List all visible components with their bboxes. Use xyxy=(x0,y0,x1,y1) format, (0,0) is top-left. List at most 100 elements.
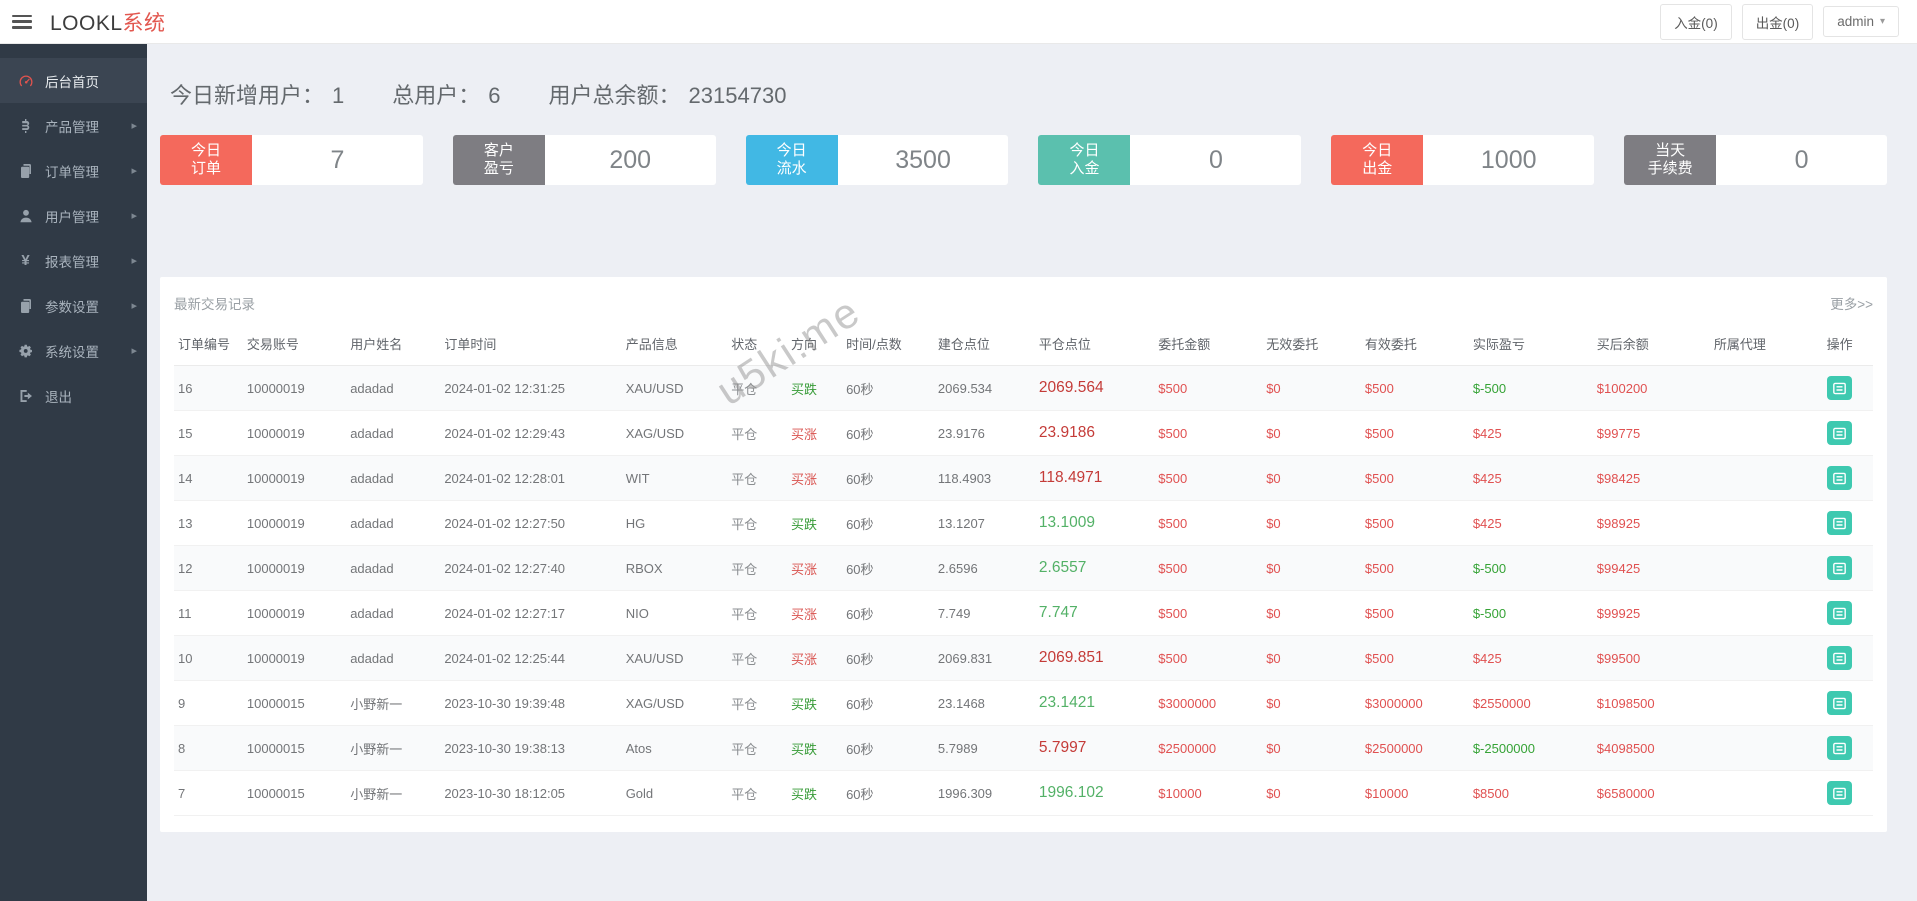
user-menu-button[interactable]: admin ▾ xyxy=(1823,6,1899,37)
summary-item: 总用户：6 xyxy=(392,78,500,110)
cell-duration: 60秒 xyxy=(842,546,934,591)
order-detail-button[interactable] xyxy=(1827,511,1852,535)
cell-username: adadad xyxy=(346,366,440,411)
cell-duration: 60秒 xyxy=(842,501,934,546)
cell-balance: $98925 xyxy=(1593,501,1710,546)
order-detail-button[interactable] xyxy=(1827,601,1852,625)
orders-icon xyxy=(18,163,34,179)
cell-close-price: 5.7997 xyxy=(1035,726,1154,771)
summary-value: 23154730 xyxy=(689,83,787,108)
cell-valid-amount: $500 xyxy=(1361,411,1469,456)
order-detail-button[interactable] xyxy=(1827,691,1852,715)
cell-order-time: 2023-10-30 18:12:05 xyxy=(440,771,621,816)
cell-profit: $8500 xyxy=(1469,771,1593,816)
column-header: 建仓点位 xyxy=(934,324,1035,366)
cell-username: adadad xyxy=(346,591,440,636)
cell-status: 平仓 xyxy=(727,681,787,726)
cell-product: WIT xyxy=(622,456,728,501)
cell-order-time: 2024-01-02 12:25:44 xyxy=(440,636,621,681)
cell-balance: $6580000 xyxy=(1593,771,1710,816)
cell-order-time: 2024-01-02 12:31:25 xyxy=(440,366,621,411)
chevron-right-icon: ▸ xyxy=(131,254,137,267)
cell-product: NIO xyxy=(622,591,728,636)
deposit-button[interactable]: 入金(0) xyxy=(1660,4,1732,40)
cell-agent xyxy=(1710,591,1806,636)
dashboard-icon xyxy=(18,73,34,89)
table-row: 13 10000019 adadad 2024-01-02 12:27:50 H… xyxy=(174,501,1873,546)
more-link[interactable]: 更多>> xyxy=(1830,293,1873,313)
panel-title: 最新交易记录 xyxy=(174,293,255,313)
order-detail-button[interactable] xyxy=(1827,556,1852,580)
cell-profit: $425 xyxy=(1469,411,1593,456)
cell-order-time: 2024-01-02 12:27:40 xyxy=(440,546,621,591)
sidebar-item-user[interactable]: 用户管理 ▸ xyxy=(0,193,147,238)
cell-valid-amount: $2500000 xyxy=(1361,726,1469,771)
sidebar-item-gear[interactable]: 系统设置 ▸ xyxy=(0,328,147,373)
cell-invalid-amount: $0 xyxy=(1262,636,1361,681)
sidebar-item-bitcoin[interactable]: 产品管理 ▸ xyxy=(0,103,147,148)
cell-profit: $425 xyxy=(1469,456,1593,501)
table-row: 14 10000019 adadad 2024-01-02 12:28:01 W… xyxy=(174,456,1873,501)
column-header: 有效委托 xyxy=(1361,324,1469,366)
cell-direction: 买涨 xyxy=(787,546,842,591)
cell-order-amount: $500 xyxy=(1154,636,1262,681)
chevron-down-icon: ▾ xyxy=(1880,16,1885,27)
order-detail-button[interactable] xyxy=(1827,646,1852,670)
order-detail-button[interactable] xyxy=(1827,376,1852,400)
menu-toggle-icon[interactable] xyxy=(12,15,32,29)
cell-direction: 买涨 xyxy=(787,636,842,681)
sidebar-item-yen[interactable]: ¥ 报表管理 ▸ xyxy=(0,238,147,283)
column-header: 无效委托 xyxy=(1262,324,1361,366)
cell-agent xyxy=(1710,771,1806,816)
table-row: 10 10000019 adadad 2024-01-02 12:25:44 X… xyxy=(174,636,1873,681)
cell-agent xyxy=(1710,411,1806,456)
order-detail-button[interactable] xyxy=(1827,466,1852,490)
cell-balance: $1098500 xyxy=(1593,681,1710,726)
order-detail-button[interactable] xyxy=(1827,736,1852,760)
cell-valid-amount: $500 xyxy=(1361,366,1469,411)
sidebar-item-orders[interactable]: 订单管理 ▸ xyxy=(0,148,147,193)
cell-direction: 买涨 xyxy=(787,456,842,501)
cell-open-price: 7.749 xyxy=(934,591,1035,636)
bitcoin-icon xyxy=(18,118,34,134)
logout-icon xyxy=(18,388,34,404)
cell-open-price: 2069.831 xyxy=(934,636,1035,681)
params-icon xyxy=(18,298,34,314)
cell-order-id: 16 xyxy=(174,366,243,411)
cell-order-id: 13 xyxy=(174,501,243,546)
cell-profit: $-2500000 xyxy=(1469,726,1593,771)
stat-card-label: 今日出金 xyxy=(1331,135,1423,185)
column-header: 用户姓名 xyxy=(346,324,440,366)
brand-name: LOOKL xyxy=(50,12,123,35)
cell-order-amount: $500 xyxy=(1154,501,1262,546)
column-header: 委托金额 xyxy=(1154,324,1262,366)
detail-list-icon xyxy=(1832,561,1847,576)
cell-account: 10000019 xyxy=(243,591,346,636)
withdraw-button[interactable]: 出金(0) xyxy=(1742,4,1814,40)
cell-agent xyxy=(1710,726,1806,771)
cell-close-price: 2.6557 xyxy=(1035,546,1154,591)
sidebar: 后台首页 ▸ 产品管理 ▸ 订单管理 ▸ 用户管理 ▸ ¥ 报表管理 ▸ 参数设… xyxy=(0,44,147,901)
cell-order-time: 2024-01-02 12:27:50 xyxy=(440,501,621,546)
order-detail-button[interactable] xyxy=(1827,421,1852,445)
cell-actions xyxy=(1806,591,1873,636)
cell-duration: 60秒 xyxy=(842,366,934,411)
column-header: 方向 xyxy=(787,324,842,366)
order-detail-button[interactable] xyxy=(1827,781,1852,805)
cell-valid-amount: $500 xyxy=(1361,591,1469,636)
brand-logo[interactable]: LOOKL系统 xyxy=(50,7,166,37)
sidebar-item-dashboard[interactable]: 后台首页 ▸ xyxy=(0,58,147,103)
cell-actions xyxy=(1806,366,1873,411)
cell-duration: 60秒 xyxy=(842,456,934,501)
cell-close-price: 13.1009 xyxy=(1035,501,1154,546)
stat-card-label: 客户盈亏 xyxy=(453,135,545,185)
cell-balance: $99925 xyxy=(1593,591,1710,636)
stat-card-value: 7 xyxy=(252,135,423,185)
cell-invalid-amount: $0 xyxy=(1262,681,1361,726)
cell-agent xyxy=(1710,636,1806,681)
sidebar-item-logout[interactable]: 退出 ▸ xyxy=(0,373,147,418)
cell-open-price: 23.1468 xyxy=(934,681,1035,726)
sidebar-item-params[interactable]: 参数设置 ▸ xyxy=(0,283,147,328)
cell-order-amount: $500 xyxy=(1154,546,1262,591)
stat-card: 今日入金 0 xyxy=(1038,135,1301,185)
